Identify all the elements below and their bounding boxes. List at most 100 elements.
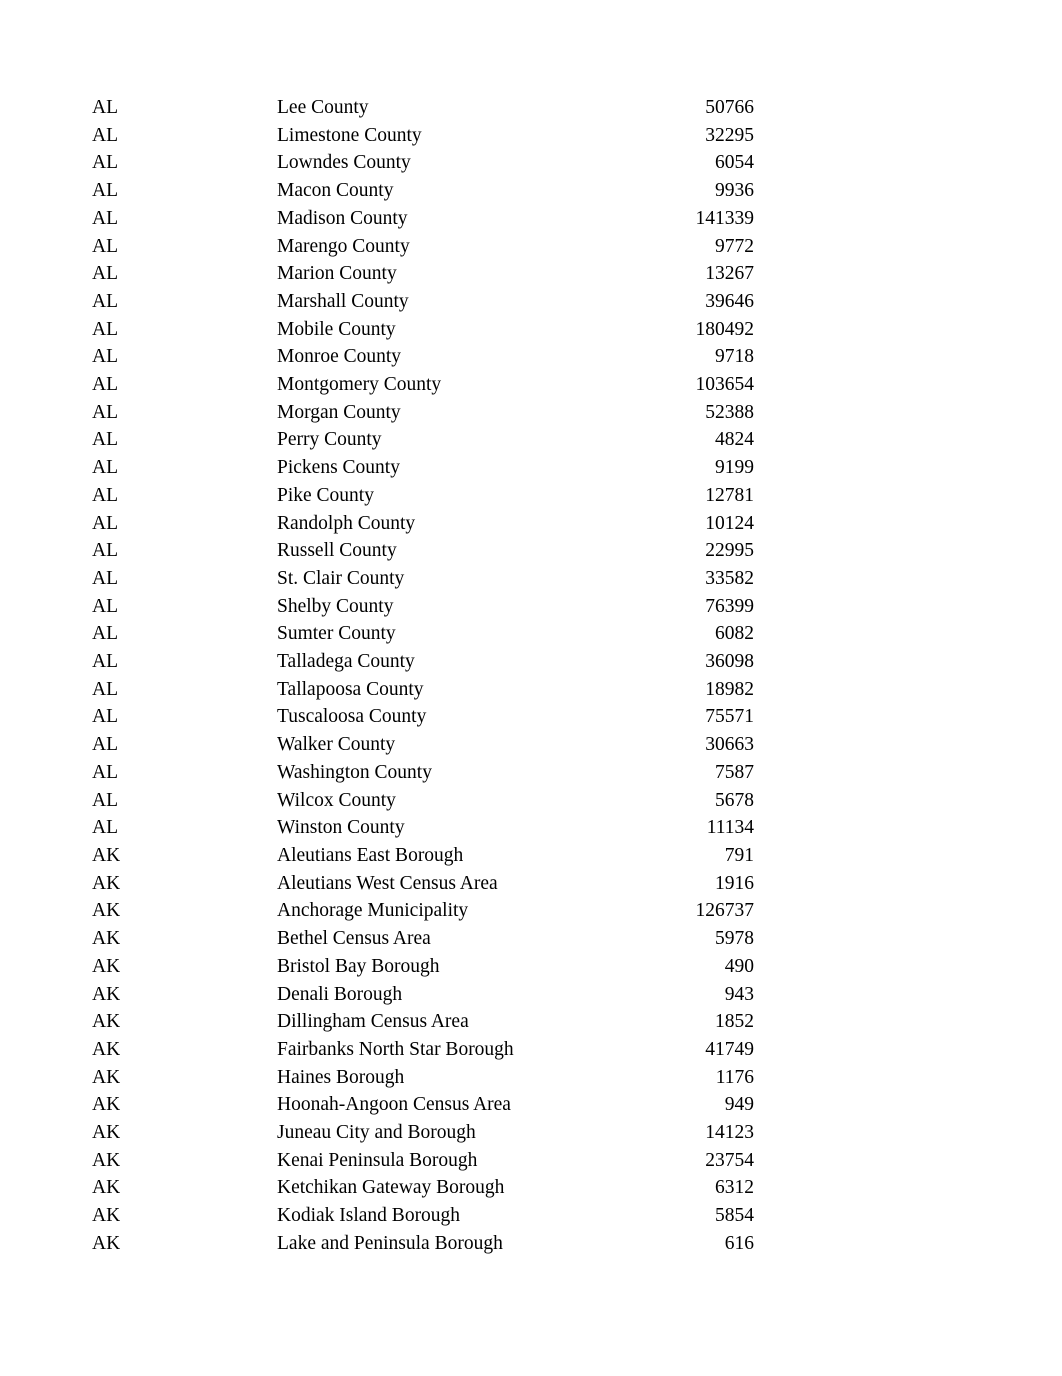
cell-value: 10124: [705, 512, 754, 534]
document-page: AL Lee County 50766 AL Limestone County 32295…: [0, 0, 1062, 1376]
table-row: AL Macon County 9936: [92, 177, 754, 205]
cell-county: Tallapoosa County: [277, 678, 424, 700]
cell-state: AL: [92, 124, 118, 146]
cell-county: Tuscaloosa County: [277, 706, 427, 728]
table-row: AL Lowndes County 6054: [92, 149, 754, 177]
cell-county: Hoonah-Angoon Census Area: [277, 1094, 511, 1116]
cell-state: AL: [92, 789, 118, 811]
cell-value: 76399: [705, 595, 754, 617]
cell-state: AK: [92, 1177, 121, 1199]
cell-state: AL: [92, 595, 118, 617]
cell-county: Haines Borough: [277, 1066, 405, 1088]
table-row: AK Bethel Census Area 5978: [92, 925, 754, 953]
cell-state: AL: [92, 235, 118, 257]
cell-county: Morgan County: [277, 401, 401, 423]
cell-county: Limestone County: [277, 124, 422, 146]
cell-state: AL: [92, 761, 118, 783]
county-data-table-container: AL Lee County 50766 AL Limestone County 32295…: [92, 94, 754, 1258]
table-row: AL Washington County 7587: [92, 759, 754, 787]
cell-state: AK: [92, 1066, 121, 1088]
cell-value: 949: [724, 1094, 754, 1116]
table-row: AL Walker County 30663: [92, 731, 754, 759]
cell-county: Lowndes County: [277, 152, 411, 174]
cell-value: 14123: [705, 1122, 754, 1144]
cell-county: Shelby County: [277, 595, 394, 617]
cell-state: AL: [92, 346, 118, 368]
cell-value: 4824: [715, 429, 754, 451]
cell-county: Sumter County: [277, 623, 396, 645]
table-row: AL Wilcox County 5678: [92, 787, 754, 815]
cell-value: 33582: [705, 567, 754, 589]
cell-value: 11134: [706, 817, 754, 839]
table-row: AK Kenai Peninsula Borough 23754: [92, 1147, 754, 1175]
cell-value: 39646: [705, 290, 754, 312]
cell-value: 1852: [715, 1011, 754, 1033]
cell-value: 13267: [705, 263, 754, 285]
cell-state: AL: [92, 734, 118, 756]
cell-county: Kenai Peninsula Borough: [277, 1149, 478, 1171]
cell-state: AL: [92, 623, 118, 645]
cell-county: Russell County: [277, 540, 397, 562]
cell-state: AK: [92, 1232, 121, 1254]
table-row: AK Fairbanks North Star Borough 41749: [92, 1036, 754, 1064]
cell-county: Lee County: [277, 97, 369, 118]
cell-county: Aleutians West Census Area: [277, 872, 498, 894]
cell-county: Perry County: [277, 429, 382, 451]
cell-state: AL: [92, 484, 118, 506]
table-row: AL Marengo County 9772: [92, 233, 754, 261]
cell-state: AL: [92, 817, 118, 839]
cell-county: Marion County: [277, 263, 397, 285]
table-row: AL Mobile County 180492: [92, 316, 754, 344]
table-row: AK Hoonah-Angoon Census Area 949: [92, 1091, 754, 1119]
cell-county: Kodiak Island Borough: [277, 1205, 461, 1227]
cell-value: 5854: [715, 1205, 754, 1227]
cell-value: 616: [724, 1232, 754, 1254]
cell-county: Wilcox County: [277, 789, 396, 811]
cell-county: Mobile County: [277, 318, 396, 340]
cell-value: 41749: [705, 1038, 754, 1060]
table-row: AL Marion County 13267: [92, 260, 754, 288]
cell-value: 6054: [715, 152, 754, 174]
table-row: AL Sumter County 6082: [92, 620, 754, 648]
table-row: AL Limestone County 32295: [92, 122, 754, 150]
cell-state: AK: [92, 1094, 121, 1116]
cell-county: Pike County: [277, 484, 374, 506]
table-row: AK Ketchikan Gateway Borough 6312: [92, 1174, 754, 1202]
county-data-table: AL Lee County 50766 AL Limestone County 32295…: [92, 94, 754, 1258]
cell-state: AL: [92, 512, 118, 534]
cell-county: Winston County: [277, 817, 405, 839]
cell-value: 30663: [705, 734, 754, 756]
cell-state: AK: [92, 1038, 121, 1060]
cell-county: Juneau City and Borough: [277, 1122, 476, 1144]
cell-state: AL: [92, 429, 118, 451]
table-row: AK Dillingham Census Area 1852: [92, 1008, 754, 1036]
cell-value: 490: [724, 955, 754, 977]
cell-state: AK: [92, 928, 121, 950]
table-row: AL Pike County 12781: [92, 482, 754, 510]
cell-value: 36098: [705, 651, 754, 673]
cell-county: Washington County: [277, 761, 432, 783]
cell-value: 18982: [705, 678, 754, 700]
table-row: AK Lake and Peninsula Borough 616: [92, 1230, 754, 1258]
cell-state: AK: [92, 844, 121, 866]
cell-value: 126737: [695, 900, 755, 922]
table-row: AL Madison County 141339: [92, 205, 754, 233]
table-row: AK Anchorage Municipality 126737: [92, 897, 754, 925]
table-row: AK Kodiak Island Borough 5854: [92, 1202, 754, 1230]
table-row: AL Lee County 50766: [92, 94, 754, 122]
cell-value: 6082: [715, 623, 754, 645]
cell-county: Dillingham Census Area: [277, 1011, 469, 1033]
cell-county: Ketchikan Gateway Borough: [277, 1177, 505, 1199]
cell-state: AL: [92, 263, 118, 285]
cell-county: Madison County: [277, 207, 408, 229]
cell-value: 12781: [705, 484, 754, 506]
cell-state: AK: [92, 983, 121, 1005]
cell-county: Walker County: [277, 734, 396, 756]
cell-county: Talladega County: [277, 651, 415, 673]
cell-state: AL: [92, 651, 118, 673]
cell-county: Randolph County: [277, 512, 416, 534]
cell-value: 9199: [715, 457, 754, 479]
table-row: AL Randolph County 10124: [92, 510, 754, 538]
cell-value: 9936: [715, 180, 754, 202]
cell-value: 9718: [715, 346, 754, 368]
